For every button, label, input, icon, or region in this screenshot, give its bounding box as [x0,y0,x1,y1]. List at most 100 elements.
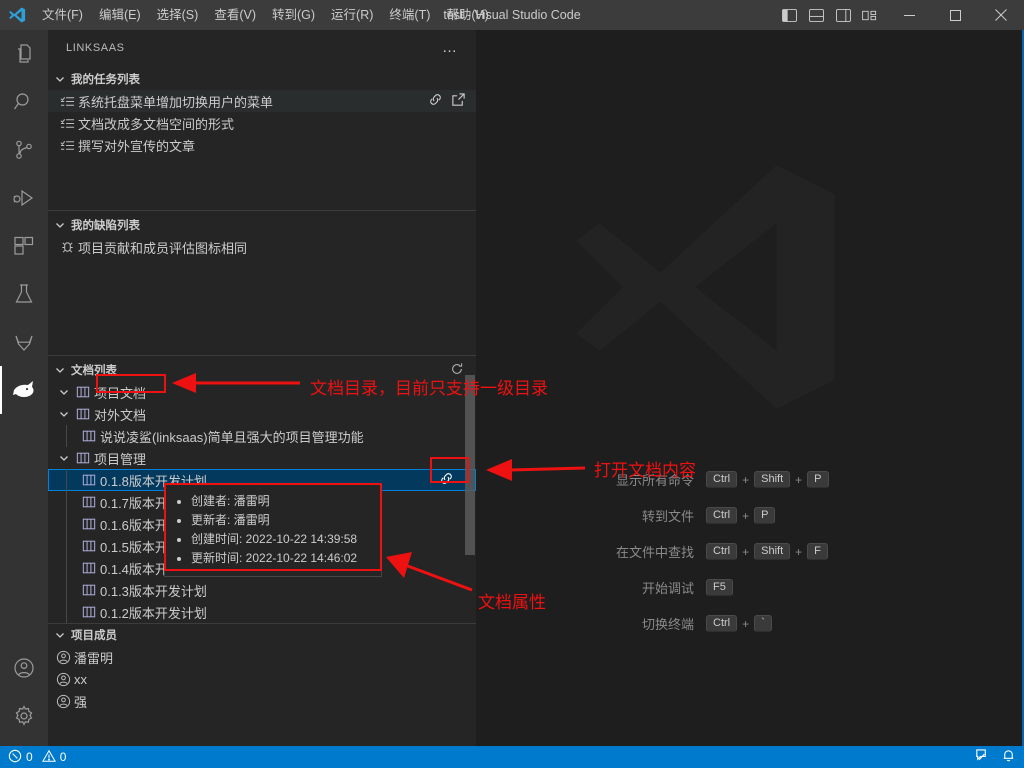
member-row[interactable]: 潘雷明 [48,646,476,668]
minimize-icon[interactable] [886,0,932,30]
error-circle-icon [8,749,22,766]
vscode-window: 文件(F) 编辑(E) 选择(S) 查看(V) 转到(G) 运行(R) 终端(T… [0,0,1024,768]
notifications-bell-icon[interactable] [1001,748,1016,766]
key-backtick: ` [754,615,773,632]
menu-edit[interactable]: 编辑(E) [91,0,149,30]
bug-item-label: 项目贡献和成员评估图标相同 [78,240,248,256]
link-icon[interactable] [439,471,454,489]
key-shift: Shift [754,543,791,560]
doc-row[interactable]: 0.1.3版本开发计划 [48,579,476,601]
shortcut-row-start-debugging: 开始调试 F5 [476,578,1024,597]
shortcut-label: 切换终端 [641,617,694,632]
extensions-icon[interactable] [0,222,48,270]
maximize-icon[interactable] [932,0,978,30]
doc-icon [78,473,100,487]
doc-row[interactable]: 0.1.2版本开发计划 [48,601,476,623]
key-separator: + [742,616,750,631]
shortcut-label: 开始调试 [641,581,694,596]
menu-run[interactable]: 运行(R) [323,0,381,30]
run-debug-icon[interactable] [0,174,48,222]
doc-space-row-project-management[interactable]: 项目管理 [48,447,476,469]
member-row[interactable]: xx [48,668,476,690]
menu-go[interactable]: 转到(G) [264,0,323,30]
section-header-my-bug-list[interactable]: 我的缺陷列表 [48,214,476,236]
toggle-secondary-sidebar-icon[interactable] [834,6,852,24]
section-title: 文档列表 [71,365,117,377]
gitlab-icon[interactable] [0,318,48,366]
doc-icon [78,561,100,575]
section-header-project-members[interactable]: 项目成员 [48,624,476,646]
close-icon[interactable] [978,0,1024,30]
shortcut-label: 在文件中查找 [615,545,694,560]
status-bar: 0 0 [0,746,1024,768]
section-divider [48,210,476,211]
status-problems[interactable]: 0 0 [8,749,66,766]
task-list-item[interactable]: 文档改成多文档空间的形式 [48,112,476,134]
shortcut-row-show-all-commands: 显示所有命令 Ctrl + Shift + P [476,470,1024,489]
key-ctrl: Ctrl [706,543,738,560]
error-count: 0 [26,750,33,764]
chevron-down-icon [52,71,68,87]
tooltip-create-time: 创建时间: 2022-10-22 14:39:58 [191,530,371,549]
menu-selection[interactable]: 选择(S) [149,0,207,30]
sidebar-more-actions-icon[interactable]: … [442,40,458,55]
key-p: P [807,471,829,488]
document-list-scrollbar[interactable] [465,375,475,555]
menu-help[interactable]: 帮助(H) [438,0,496,30]
tooltip-updater: 更新者: 潘雷明 [191,511,371,530]
refresh-icon[interactable] [450,362,464,379]
menu-terminal[interactable]: 终端(T) [381,0,438,30]
doc-icon [78,495,100,509]
toggle-panel-icon[interactable] [807,6,825,24]
toggle-primary-sidebar-icon[interactable] [780,6,798,24]
activity-bar [0,30,48,746]
key-separator: + [742,472,750,487]
key-ctrl: Ctrl [706,507,738,524]
chevron-down-icon[interactable] [56,450,72,466]
link-icon[interactable] [428,92,443,110]
chevron-down-icon[interactable] [56,406,72,422]
remote-feedback-icon[interactable] [974,748,989,766]
chevron-down-icon[interactable] [56,384,72,400]
doc-space-row-project-docs[interactable]: 项目文档 [48,381,476,403]
bug-list-item[interactable]: 项目贡献和成员评估图标相同 [48,236,476,258]
section-header-my-task-list[interactable]: 我的任务列表 [48,68,476,90]
doc-space-icon [72,385,94,399]
tooltip-creator: 创建者: 潘雷明 [191,492,371,511]
vscode-logo-icon [0,0,34,30]
key-f: F [807,543,828,560]
doc-row-actions [439,471,454,489]
key-separator: + [795,472,803,487]
task-list-item[interactable]: 系统托盘菜单增加切换用户的菜单 [48,90,476,112]
doc-icon [78,539,100,553]
accounts-icon[interactable] [0,644,48,692]
linksaas-shark-icon[interactable] [0,366,48,414]
key-p: P [754,507,776,524]
customize-layout-icon[interactable] [861,6,879,24]
shortcut-label: 显示所有命令 [615,473,694,488]
explorer-icon[interactable] [0,30,48,78]
doc-space-row-external-docs[interactable]: 对外文档 [48,403,476,425]
task-list-item[interactable]: 撰写对外宣传的文章 [48,134,476,156]
task-icon [56,94,78,109]
key-ctrl: Ctrl [706,615,738,632]
member-row[interactable]: 强 [48,690,476,712]
task-item-label: 系统托盘菜单增加切换用户的菜单 [78,94,274,110]
doc-row[interactable]: 说说凌鲨(linksaas)简单且强大的项目管理功能 [48,425,476,447]
section-header-document-list[interactable]: 文档列表 [48,359,476,381]
key-ctrl: Ctrl [706,471,738,488]
bug-icon [56,240,78,255]
manage-gear-icon[interactable] [0,692,48,740]
document-properties-tooltip: 创建者: 潘雷明 更新者: 潘雷明 创建时间: 2022-10-22 14:39… [164,483,382,577]
source-control-icon[interactable] [0,126,48,174]
doc-label: 0.1.3版本开发计划 [100,583,207,599]
task-item-label: 撰写对外宣传的文章 [78,138,196,154]
menu-file[interactable]: 文件(F) [34,0,91,30]
testing-flask-icon[interactable] [0,270,48,318]
member-avatar-icon [52,694,74,709]
open-external-icon[interactable] [451,92,466,110]
search-icon[interactable] [0,78,48,126]
key-separator: + [742,544,750,559]
menu-view[interactable]: 查看(V) [206,0,264,30]
sidebar-header: LINKSAAS … [48,30,476,65]
